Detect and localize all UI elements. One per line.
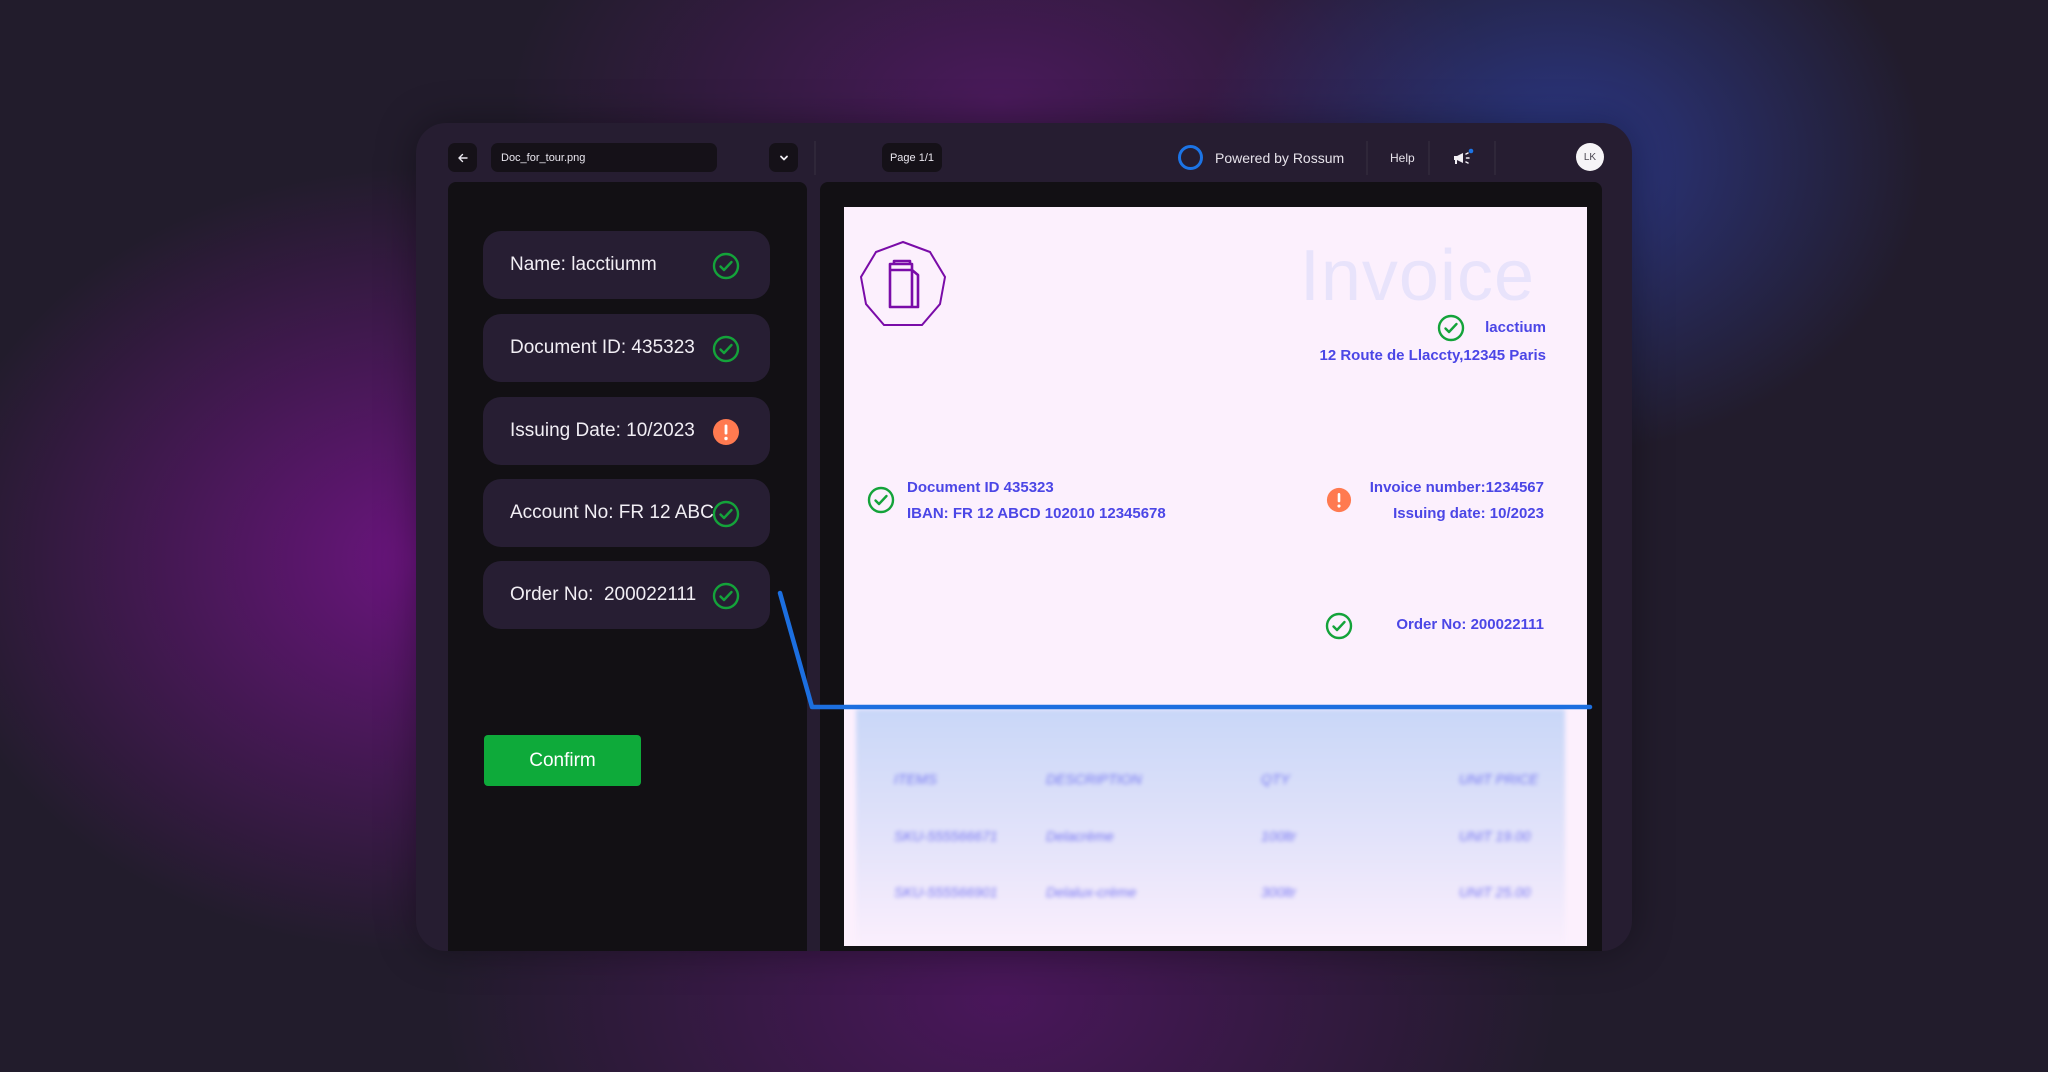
check-circle-icon bbox=[867, 486, 895, 514]
field-card-name[interactable]: Name: lacctiumm bbox=[483, 231, 770, 299]
invoice-page: Invoice lacctium 12 Route de Llaccty,123… bbox=[844, 207, 1587, 946]
page-indicator-text: Page 1/1 bbox=[889, 151, 935, 164]
check-circle-icon bbox=[712, 335, 740, 363]
powered-by-rossum[interactable]: Powered by Rossum bbox=[1178, 145, 1344, 170]
table-cell: UNIT 25.00 bbox=[1459, 884, 1531, 900]
iban-text: IBAN: FR 12 ABCD 102010 12345678 bbox=[907, 505, 1166, 522]
megaphone-icon bbox=[1454, 148, 1474, 164]
file-dropdown-button[interactable] bbox=[769, 143, 798, 172]
check-circle-icon bbox=[712, 582, 740, 610]
check-circle-icon bbox=[1437, 314, 1465, 342]
toolbar-divider bbox=[1366, 141, 1368, 175]
announcements-button[interactable] bbox=[1452, 148, 1476, 168]
confirm-button[interactable]: Confirm bbox=[484, 735, 641, 786]
warning-circle-icon bbox=[1326, 487, 1352, 513]
rossum-logo-icon bbox=[1178, 145, 1203, 170]
invoice-number-text: Invoice number:1234567 bbox=[1369, 479, 1544, 496]
extracted-fields-panel: Name: lacctiumm Document ID: 435323 Issu… bbox=[448, 182, 807, 951]
toolbar-divider bbox=[814, 141, 816, 175]
toolbar-divider bbox=[1428, 141, 1430, 175]
table-header: QTY bbox=[1261, 771, 1290, 787]
line-items-table: ITEMS DESCRIPTION QTY UNIT PRICE SKU-555… bbox=[856, 709, 1565, 946]
toolbar-divider bbox=[1494, 141, 1496, 175]
table-cell: 100ltr bbox=[1261, 828, 1297, 844]
back-button[interactable] bbox=[448, 143, 477, 172]
app-window: Doc_for_tour.png Page 1/1 Powered by Ros… bbox=[416, 123, 1632, 951]
avatar-initials: LK bbox=[1583, 151, 1597, 163]
chevron-down-icon bbox=[779, 155, 788, 160]
company-logo-icon bbox=[859, 240, 947, 326]
notification-dot bbox=[1468, 148, 1474, 154]
document-id-text: Document ID 435323 bbox=[907, 479, 1054, 496]
document-viewer: Invoice lacctium 12 Route de Llaccty,123… bbox=[820, 182, 1602, 951]
field-label: Order No: 200022111 bbox=[510, 584, 697, 605]
field-card-order-no[interactable]: Order No: 200022111 bbox=[483, 561, 770, 629]
order-no-text: Order No: 200022111 bbox=[1396, 616, 1544, 633]
powered-by-text: Powered by Rossum bbox=[1215, 149, 1345, 166]
page-indicator: Page 1/1 bbox=[882, 143, 942, 172]
check-circle-icon bbox=[1325, 612, 1353, 640]
table-cell: UNIT 19.00 bbox=[1459, 828, 1531, 844]
field-card-issuing-date[interactable]: Issuing Date: 10/2023 bbox=[483, 397, 770, 465]
table-header: DESCRIPTION bbox=[1046, 771, 1142, 787]
table-cell: Delacrème bbox=[1046, 828, 1114, 844]
field-label: Document ID: 435323 bbox=[510, 337, 695, 358]
issuing-date-text: Issuing date: 10/2023 bbox=[1393, 505, 1544, 522]
table-cell: Delalux-crème bbox=[1046, 884, 1137, 900]
arrow-left-icon bbox=[457, 153, 468, 162]
invoice-title: Invoice bbox=[1299, 236, 1535, 316]
field-card-document-id[interactable]: Document ID: 435323 bbox=[483, 314, 770, 382]
help-link[interactable]: Help bbox=[1390, 151, 1415, 165]
field-card-account-no[interactable]: Account No: FR 12 ABC bbox=[483, 479, 770, 547]
check-circle-icon bbox=[712, 252, 740, 280]
field-label: Account No: FR 12 ABC bbox=[510, 502, 714, 523]
filename-text: Doc_for_tour.png bbox=[501, 151, 586, 164]
company-name: lacctium bbox=[1485, 319, 1546, 336]
filename-field[interactable]: Doc_for_tour.png bbox=[491, 143, 717, 172]
warning-circle-icon bbox=[713, 419, 739, 445]
table-cell: SKU-555566901 bbox=[894, 884, 998, 900]
user-avatar[interactable]: LK bbox=[1576, 143, 1604, 171]
table-header: UNIT PRICE bbox=[1459, 771, 1539, 787]
table-cell: 300ltr bbox=[1261, 884, 1297, 900]
company-address: 12 Route de Llaccty,12345 Paris bbox=[1319, 347, 1546, 364]
field-label: Issuing Date: 10/2023 bbox=[510, 420, 695, 441]
check-circle-icon bbox=[712, 500, 740, 528]
table-header: ITEMS bbox=[894, 771, 937, 787]
table-cell: SKU-555566671 bbox=[894, 828, 998, 844]
field-label: Name: lacctiumm bbox=[510, 254, 657, 275]
